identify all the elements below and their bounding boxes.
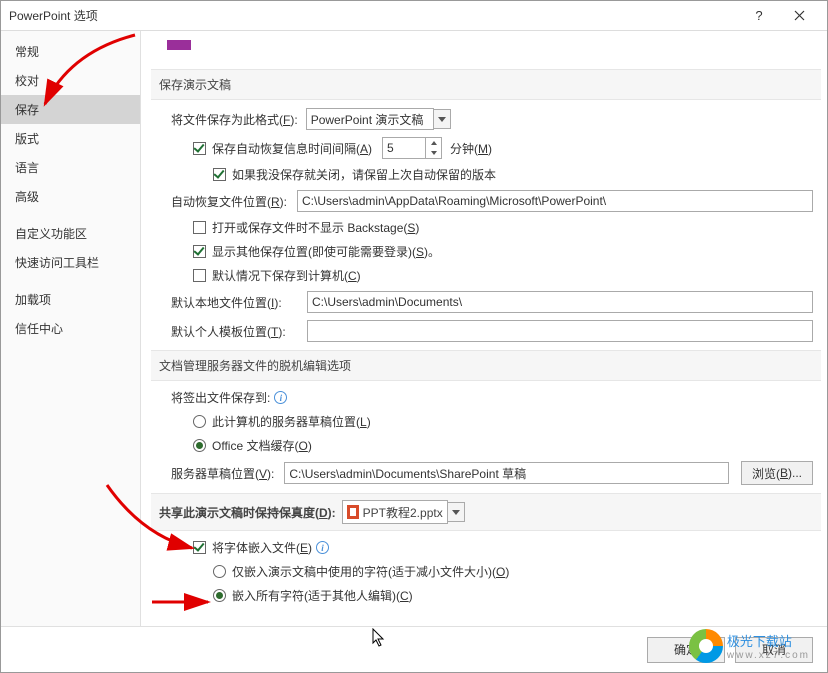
titlebar: PowerPoint 选项 ? [1, 1, 827, 31]
keep-last-label: 如果我没保存就关闭，请保留上次自动保留的版本 [232, 166, 496, 183]
sidebar-item-advanced[interactable]: 高级 [1, 182, 140, 211]
default-file-loc-label: 默认本地文件位置(I): [171, 294, 297, 311]
show-other-loc-checkbox[interactable] [193, 245, 206, 258]
sidebar-item-trust[interactable]: 信任中心 [1, 314, 140, 343]
no-backstage-checkbox[interactable] [193, 221, 206, 234]
autorecover-interval-input[interactable]: 5 [382, 137, 442, 159]
server-drafts-radio[interactable] [193, 415, 206, 428]
save-format-select[interactable]: PowerPoint 演示文稿 [306, 108, 434, 130]
ar-location-input[interactable]: C:\Users\admin\AppData\Roaming\Microsoft… [297, 190, 813, 212]
sidebar-item-proof[interactable]: 校对 [1, 66, 140, 95]
server-draft-loc-label: 服务器草稿位置(V): [171, 465, 274, 482]
autorecover-checkbox[interactable] [193, 142, 206, 155]
sidebar: 常规 校对 保存 版式 语言 高级 自定义功能区 快速访问工具栏 加载项 信任中… [1, 31, 141, 626]
default-local-label: 默认情况下保存到计算机(C) [212, 267, 361, 284]
ar-location-label: 自动恢复文件位置(R): [171, 193, 287, 210]
office-cache-radio[interactable] [193, 439, 206, 452]
browse-button[interactable]: 浏览(B)... [741, 461, 813, 485]
no-backstage-label: 打开或保存文件时不显示 Backstage(S) [212, 219, 419, 236]
help-button[interactable]: ? [739, 2, 779, 30]
embed-fonts-label: 将字体嵌入文件(E) [212, 539, 312, 556]
office-cache-label: Office 文档缓存(O) [212, 437, 312, 454]
server-drafts-label: 此计算机的服务器草稿位置(L) [212, 413, 371, 430]
brand-watermark: 极光下载站www.xz7.com [689, 629, 810, 663]
info-icon[interactable]: i [316, 541, 329, 554]
default-tmpl-input[interactable] [307, 320, 813, 342]
section-save-presentations: 保存演示文稿 [151, 69, 821, 100]
keep-last-checkbox[interactable] [213, 168, 226, 181]
server-draft-loc-input[interactable]: C:\Users\admin\Documents\SharePoint 草稿 [284, 462, 729, 484]
sidebar-item-qat[interactable]: 快速访问工具栏 [1, 248, 140, 277]
sidebar-item-customize-ribbon[interactable]: 自定义功能区 [1, 219, 140, 248]
sidebar-item-layout[interactable]: 版式 [1, 124, 140, 153]
embed-used-label: 仅嵌入演示文稿中使用的字符(适于减小文件大小)(O) [232, 563, 509, 580]
close-button[interactable] [779, 2, 819, 30]
cursor-icon [372, 628, 388, 651]
show-other-loc-label: 显示其他保存位置(即使可能需要登录)(S)。 [212, 243, 440, 260]
embed-fonts-checkbox[interactable] [193, 541, 206, 554]
embed-all-radio[interactable] [213, 589, 226, 602]
content-panel: 保存演示文稿 将文件保存为此格式(F): PowerPoint 演示文稿 保存自… [141, 31, 827, 626]
save-checkout-label: 将签出文件保存到: [171, 389, 270, 406]
chevron-down-icon[interactable] [447, 502, 465, 522]
brand-text: 极光下载站www.xz7.com [727, 631, 810, 661]
default-local-checkbox[interactable] [193, 269, 206, 282]
sidebar-item-language[interactable]: 语言 [1, 153, 140, 182]
top-icon-placeholder [167, 39, 813, 61]
dialog-title: PowerPoint 选项 [9, 7, 739, 24]
chevron-down-icon[interactable] [433, 109, 451, 129]
info-icon[interactable]: i [274, 391, 287, 404]
powerpoint-file-icon [347, 505, 359, 519]
fidelity-file-name: PPT教程2.pptx [363, 504, 443, 521]
autorecover-label: 保存自动恢复信息时间间隔(A) [212, 140, 372, 157]
brand-logo-icon [689, 629, 723, 663]
sidebar-item-general[interactable]: 常规 [1, 37, 140, 66]
embed-used-radio[interactable] [213, 565, 226, 578]
sidebar-item-save[interactable]: 保存 [1, 95, 140, 124]
minutes-label: 分钟(M) [450, 140, 492, 157]
sidebar-item-addins[interactable]: 加载项 [1, 285, 140, 314]
embed-all-label: 嵌入所有字符(适于其他人编辑)(C) [232, 587, 413, 604]
default-file-loc-input[interactable]: C:\Users\admin\Documents\ [307, 291, 813, 313]
section-offline-docs: 文档管理服务器文件的脱机编辑选项 [151, 350, 821, 381]
save-format-label: 将文件保存为此格式(F): [171, 111, 298, 128]
fidelity-file-select[interactable]: PPT教程2.pptx [342, 500, 448, 524]
default-tmpl-label: 默认个人模板位置(T): [171, 323, 297, 340]
section-fidelity: 共享此演示文稿时保持保真度(D): PPT教程2.pptx [151, 493, 821, 531]
close-icon [794, 10, 805, 21]
